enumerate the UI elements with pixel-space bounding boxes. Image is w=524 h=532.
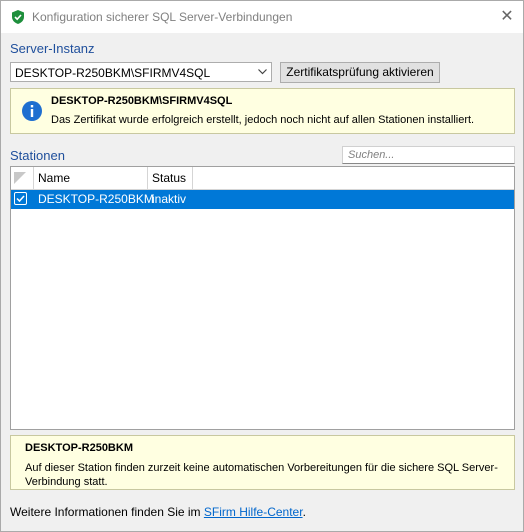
- search-placeholder: Suchen...: [348, 149, 395, 161]
- enable-certificate-check-button[interactable]: Zertifikatsprüfung aktivieren: [280, 62, 440, 83]
- dialog-window: Konfiguration sicherer SQL Server-Verbin…: [0, 0, 524, 532]
- info-title: DESKTOP-R250BKM\SFIRMV4SQL: [51, 95, 233, 107]
- row-status: inaktiv: [152, 192, 187, 206]
- search-input[interactable]: Suchen...: [342, 146, 515, 164]
- stations-table: Name Status DESKTOP-R250BKM inaktiv: [10, 166, 515, 430]
- row-checkbox[interactable]: [14, 192, 27, 205]
- help-center-link[interactable]: SFirm Hilfe-Center: [204, 505, 303, 519]
- footer-text: Weitere Informationen finden Sie im SFir…: [10, 505, 306, 519]
- close-button[interactable]: ✕: [491, 1, 523, 33]
- stations-label: Stationen: [10, 148, 65, 163]
- table-row[interactable]: DESKTOP-R250BKM inaktiv: [11, 190, 514, 209]
- column-header-name[interactable]: Name: [34, 167, 148, 189]
- row-name: DESKTOP-R250BKM: [38, 192, 154, 206]
- table-header: Name Status: [11, 167, 514, 190]
- corner-triangle-icon: [14, 172, 26, 184]
- info-text: Das Zertifikat wurde erfolgreich erstell…: [51, 114, 475, 126]
- column-header-status[interactable]: Status: [148, 167, 193, 189]
- server-instance-select[interactable]: DESKTOP-R250BKM\SFIRMV4SQL: [10, 62, 272, 82]
- footer-suffix: .: [302, 505, 306, 519]
- checkmark-icon: [16, 195, 25, 203]
- detail-panel: DESKTOP-R250BKM Auf dieser Station finde…: [10, 435, 515, 490]
- footer-prefix: Weitere Informationen finden Sie im: [10, 505, 204, 519]
- title-bar: Konfiguration sicherer SQL Server-Verbin…: [1, 1, 523, 33]
- info-icon: [22, 101, 42, 121]
- info-panel: DESKTOP-R250BKM\SFIRMV4SQL Das Zertifika…: [10, 88, 515, 134]
- select-all-corner[interactable]: [11, 167, 34, 189]
- detail-text: Auf dieser Station finden zurzeit keine …: [25, 462, 498, 488]
- server-instance-label: Server-Instanz: [10, 41, 95, 56]
- chevron-down-icon: [258, 69, 267, 75]
- window-title: Konfiguration sicherer SQL Server-Verbin…: [32, 10, 293, 24]
- shield-check-icon: [12, 10, 24, 24]
- detail-title: DESKTOP-R250BKM: [25, 442, 133, 454]
- server-instance-value: DESKTOP-R250BKM\SFIRMV4SQL: [15, 66, 211, 80]
